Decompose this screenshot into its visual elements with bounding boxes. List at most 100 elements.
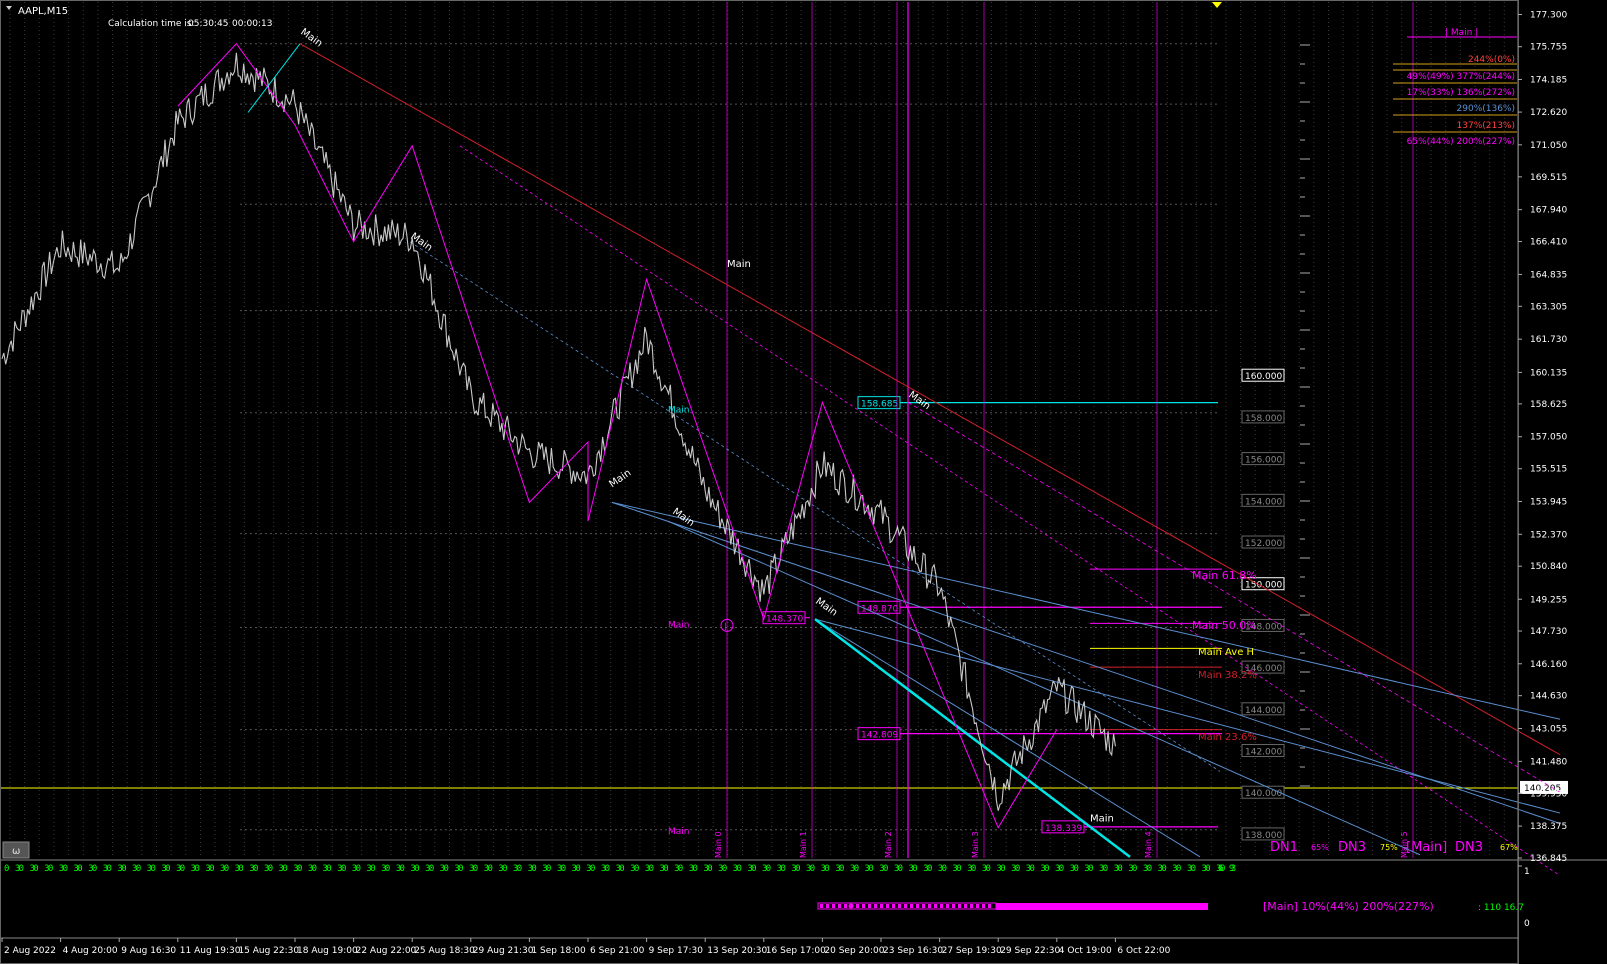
sub-bar-segment [958,904,961,908]
omega-icon: ω [12,846,20,857]
sub-bar-dot [848,903,854,909]
legend-row-2: 49%(49%) 377%(244%) [1407,72,1515,82]
calc-elapsed: 00:00:13 [232,19,272,29]
dn3b-label: DN3 [1455,840,1483,855]
sub-bar-segment [964,904,967,908]
x-tick-label: 25 Aug 18:30 [414,946,475,956]
price-tag: 154.000 [1245,497,1282,507]
x-tick-label: 6 Oct 22:00 [1117,946,1170,956]
x-tick-label: 11 Aug 19:30 [180,946,241,956]
sub-ylabel-bottom: 0 [1524,919,1530,929]
chart-background [0,0,1607,964]
x-tick-label: 16 Sep 17:00 [766,946,826,956]
x-tick-label: 1 Sep 18:00 [531,946,586,956]
dn3-pct: 75% [1380,843,1398,852]
y-tick-label: 150.840 [1530,562,1567,572]
y-tick-label: 155.515 [1530,465,1567,475]
dn3-label: DN3 [1338,840,1366,855]
dn1-label: DN1 [1270,840,1298,855]
sub-bar-segment [844,904,847,908]
x-tick-label: 18 Aug 19:00 [297,946,358,956]
price-tag: 150.000 [1245,581,1282,591]
vertical-marker-label: Main 3 [971,831,980,858]
fib-382-label: Main 38.2% [1198,670,1257,681]
fib-aveh-label: Main Ave H [1198,647,1254,658]
sub-bar-segment [874,904,877,908]
chart-area[interactable]: 140.205160.000158.000156.000154.000152.0… [0,0,1607,964]
sub-bar-segment [892,904,895,908]
y-tick-label: 152.370 [1530,530,1567,540]
sub-bar-segment [856,904,859,908]
x-tick-label: 4 Oct 19:00 [1059,946,1112,956]
sub-bar-segment [862,904,865,908]
y-tick-label: 160.135 [1530,368,1567,378]
sub-bar-segment [940,904,943,908]
price-tag: 144.000 [1245,706,1282,716]
sub-bar-segment [970,904,973,908]
y-tick-label: 146.160 [1530,660,1567,670]
sub-bar-segment [952,904,955,908]
sub-main-text: [Main] 10%(44%) 200%(227%) [1263,900,1434,913]
zigzag-label: Main [727,259,751,270]
sub-bar-segment [886,904,889,908]
sub-bar-segment [928,904,931,908]
y-tick-label: 169.515 [1530,173,1567,183]
y-tick-label: 144.630 [1530,692,1567,702]
y-tick-label: 153.945 [1530,497,1567,507]
level-box-label: 142.809 [861,731,898,741]
x-tick-label: 4 Aug 20:00 [63,946,118,956]
x-tick-label: 6 Sep 21:00 [590,946,645,956]
x-tick-label: 23 Sep 16:30 [883,946,943,956]
price-tag: 158.000 [1245,414,1282,424]
calc-time: 05:30:45 [188,19,228,29]
sub-bar-segment [934,904,937,908]
x-tick-label: 9 Sep 17:30 [649,946,704,956]
price-tag: 152.000 [1245,539,1282,549]
x-tick-label: 20 Sep 20:00 [824,946,884,956]
fib-236-label: Main 23.6% [1198,732,1257,743]
price-tag: 140.000 [1245,789,1282,799]
fib-618-label: Main 61.8% [1192,569,1257,582]
y-tick-label: 136.845 [1530,854,1567,864]
y-tick-label: 163.305 [1530,302,1567,312]
sub-bar-segment [946,904,949,908]
sub-bar-segment [880,904,883,908]
magenta-marker-label: Main [668,827,690,837]
sub-bar-fill [996,903,1208,910]
legend-row-6: 65%(44%) 200%(227%) [1407,137,1515,147]
x-tick-label: 13 Sep 20:30 [707,946,767,956]
sub-counter: : 110 16.7 [1478,903,1524,913]
sub-bar-segment [922,904,925,908]
x-tick-label: 9 Aug 16:30 [121,946,176,956]
sub-bar-segment [976,904,979,908]
y-tick-label: 167.940 [1530,206,1567,216]
vertical-marker-label: Main 2 [884,831,893,858]
y-tick-label: 157.050 [1530,433,1567,443]
main-bracket-label: [Main] [1406,840,1447,855]
price-tag: 160.000 [1245,372,1282,382]
y-tick-label: 138.375 [1530,822,1567,832]
zigzag-label: Main [1090,813,1114,824]
dn3b-pct: 67% [1500,843,1518,852]
y-tick-label: 161.730 [1530,335,1567,345]
x-tick-label: 22 Aug 22:00 [356,946,417,956]
y-tick-label: 147.730 [1530,627,1567,637]
sub-bar-segment [898,904,901,908]
sub-digit-last: 6 9 [1218,864,1234,874]
fib-50-label: Main 50.0% [1192,619,1257,632]
sub-ylabel-top: 1 [1524,867,1530,877]
legend-title: | Main | [1445,28,1478,38]
sub-bar-segment [832,904,835,908]
vertical-marker-label: Main 1 [799,831,808,858]
sub-bar-segment [904,904,907,908]
price-tag: 142.000 [1245,748,1282,758]
magenta-marker-label: Main [668,621,690,631]
sub-bar-segment [826,904,829,908]
vertical-marker-label: Main 4 [1144,831,1153,858]
level-box-label: 158.685 [861,400,898,410]
marker-circle-text: | [724,621,727,630]
legend-row-3: 17%(33%) 136%(272%) [1407,88,1515,98]
y-tick-label: 164.835 [1530,270,1567,280]
y-tick-label: 174.185 [1530,75,1567,85]
vertical-marker-label: Main 0 [714,831,723,858]
